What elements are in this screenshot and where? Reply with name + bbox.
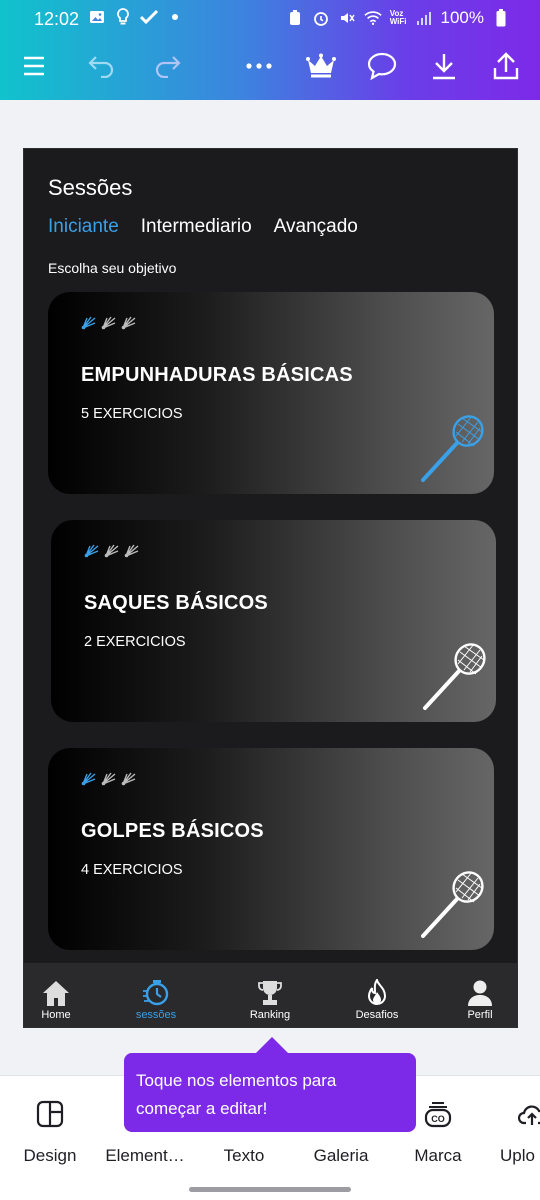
shuttlecock-icon xyxy=(124,544,139,558)
subtitle[interactable]: Escolha seu objetivo xyxy=(48,260,176,276)
more-icon[interactable] xyxy=(237,44,281,88)
home-icon xyxy=(24,977,96,1009)
layout-icon xyxy=(0,1094,100,1134)
nav-ranking-label: Ranking xyxy=(249,1009,291,1021)
trophy-icon xyxy=(230,977,310,1009)
design-page[interactable]: Sessões Iniciante Intermediario Avançado… xyxy=(23,148,518,1028)
app-header: 12:02 Voz WiFi 100% xyxy=(0,0,540,100)
shuttlecock-icon xyxy=(81,316,96,330)
nav-ranking[interactable]: Ranking xyxy=(230,977,310,1021)
tab-avancado[interactable]: Avançado xyxy=(274,216,358,238)
tray-upload[interactable]: Uplo xyxy=(482,1094,540,1166)
tray-design-label: Design xyxy=(23,1146,77,1165)
tray-upload-label: Uplo xyxy=(500,1146,535,1165)
badminton-racket-icon xyxy=(421,415,484,482)
shuttlecock-icon xyxy=(121,316,136,330)
tab-iniciante[interactable]: Iniciante xyxy=(48,216,119,238)
card-exercise-count: 4 EXERCICIOS xyxy=(81,862,183,878)
card-title: GOLPES BÁSICOS xyxy=(81,820,264,842)
undo-icon[interactable] xyxy=(80,44,124,88)
tab-intermediario[interactable]: Intermediario xyxy=(141,216,252,238)
check-notification-icon xyxy=(140,8,158,26)
session-card[interactable]: EMPUNHADURAS BÁSICAS 5 EXERCICIOS xyxy=(48,292,494,494)
crown-icon[interactable] xyxy=(299,44,343,88)
dot-icon xyxy=(166,8,184,26)
nav-home[interactable]: Home xyxy=(24,977,96,1021)
shuttlecock-icon xyxy=(104,544,119,558)
download-icon[interactable] xyxy=(422,44,466,88)
card-title: SAQUES BÁSICOS xyxy=(84,592,268,614)
shuttlecock-icon xyxy=(101,772,116,786)
level-tabs: Iniciante Intermediario Avançado xyxy=(48,216,358,238)
nav-perfil-label: Perfil xyxy=(467,1009,493,1021)
share-icon[interactable] xyxy=(484,44,528,88)
wifi-icon xyxy=(364,9,382,27)
battery-icon xyxy=(492,9,510,27)
shuttlecock-icon xyxy=(84,544,99,558)
badminton-racket-icon xyxy=(423,643,486,710)
difficulty-indicator xyxy=(84,544,140,558)
nav-home-label: Home xyxy=(41,1009,71,1021)
editor-toolbar xyxy=(0,44,540,88)
person-icon xyxy=(440,977,517,1009)
bulb-notification-icon xyxy=(114,8,132,26)
battery-saver-icon xyxy=(286,9,304,27)
card-title: EMPUNHADURAS BÁSICAS xyxy=(81,364,353,386)
tray-brand-label: Marca xyxy=(414,1146,462,1165)
tray-gallery-label: Galeria xyxy=(313,1146,369,1165)
alarm-icon xyxy=(312,9,330,27)
status-bar: 12:02 Voz WiFi 100% xyxy=(0,0,540,40)
app-bottom-nav: Home sessões Ranking Desafios Perfil xyxy=(24,963,517,1027)
shuttlecock-icon xyxy=(81,772,96,786)
redo-icon[interactable] xyxy=(145,44,189,88)
nav-perfil[interactable]: Perfil xyxy=(440,977,517,1021)
page-title[interactable]: Sessões xyxy=(48,175,132,201)
session-card[interactable]: SAQUES BÁSICOS 2 EXERCICIOS xyxy=(51,520,496,722)
tray-design[interactable]: Design xyxy=(0,1094,100,1166)
nav-sessoes-label: sessões xyxy=(135,1009,177,1021)
status-time: 12:02 xyxy=(34,9,80,29)
tooltip-text: Toque nos elementos para começar a edita… xyxy=(136,1071,337,1118)
home-indicator[interactable] xyxy=(189,1187,351,1192)
shuttlecock-icon xyxy=(101,316,116,330)
battery-text: 100% xyxy=(440,8,484,27)
edit-hint-tooltip: Toque nos elementos para começar a edita… xyxy=(124,1037,416,1132)
upload-icon xyxy=(500,1094,540,1134)
svg-text:CO: CO xyxy=(431,1114,445,1124)
card-exercise-count: 2 EXERCICIOS xyxy=(84,634,186,650)
voz-wifi-label: Voz WiFi xyxy=(389,9,407,26)
difficulty-indicator xyxy=(81,772,137,786)
tray-text-label: Texto xyxy=(223,1146,265,1165)
comment-icon[interactable] xyxy=(360,44,404,88)
mute-icon xyxy=(338,9,356,27)
signal-icon xyxy=(415,9,433,27)
shuttlecock-icon xyxy=(121,772,136,786)
card-exercise-count: 5 EXERCICIOS xyxy=(81,406,183,422)
nav-desafios-label: Desafios xyxy=(355,1009,399,1021)
menu-icon[interactable] xyxy=(12,44,56,88)
nav-desafios[interactable]: Desafios xyxy=(337,977,417,1021)
fire-icon xyxy=(337,977,417,1009)
difficulty-indicator xyxy=(81,316,137,330)
session-card[interactable]: GOLPES BÁSICOS 4 EXERCICIOS xyxy=(48,748,494,950)
tray-elements-label: Element… xyxy=(105,1146,185,1165)
timer-icon xyxy=(116,977,196,1009)
badminton-racket-icon xyxy=(421,871,484,938)
nav-sessoes[interactable]: sessões xyxy=(116,977,196,1021)
gallery-notification-icon xyxy=(88,8,106,26)
